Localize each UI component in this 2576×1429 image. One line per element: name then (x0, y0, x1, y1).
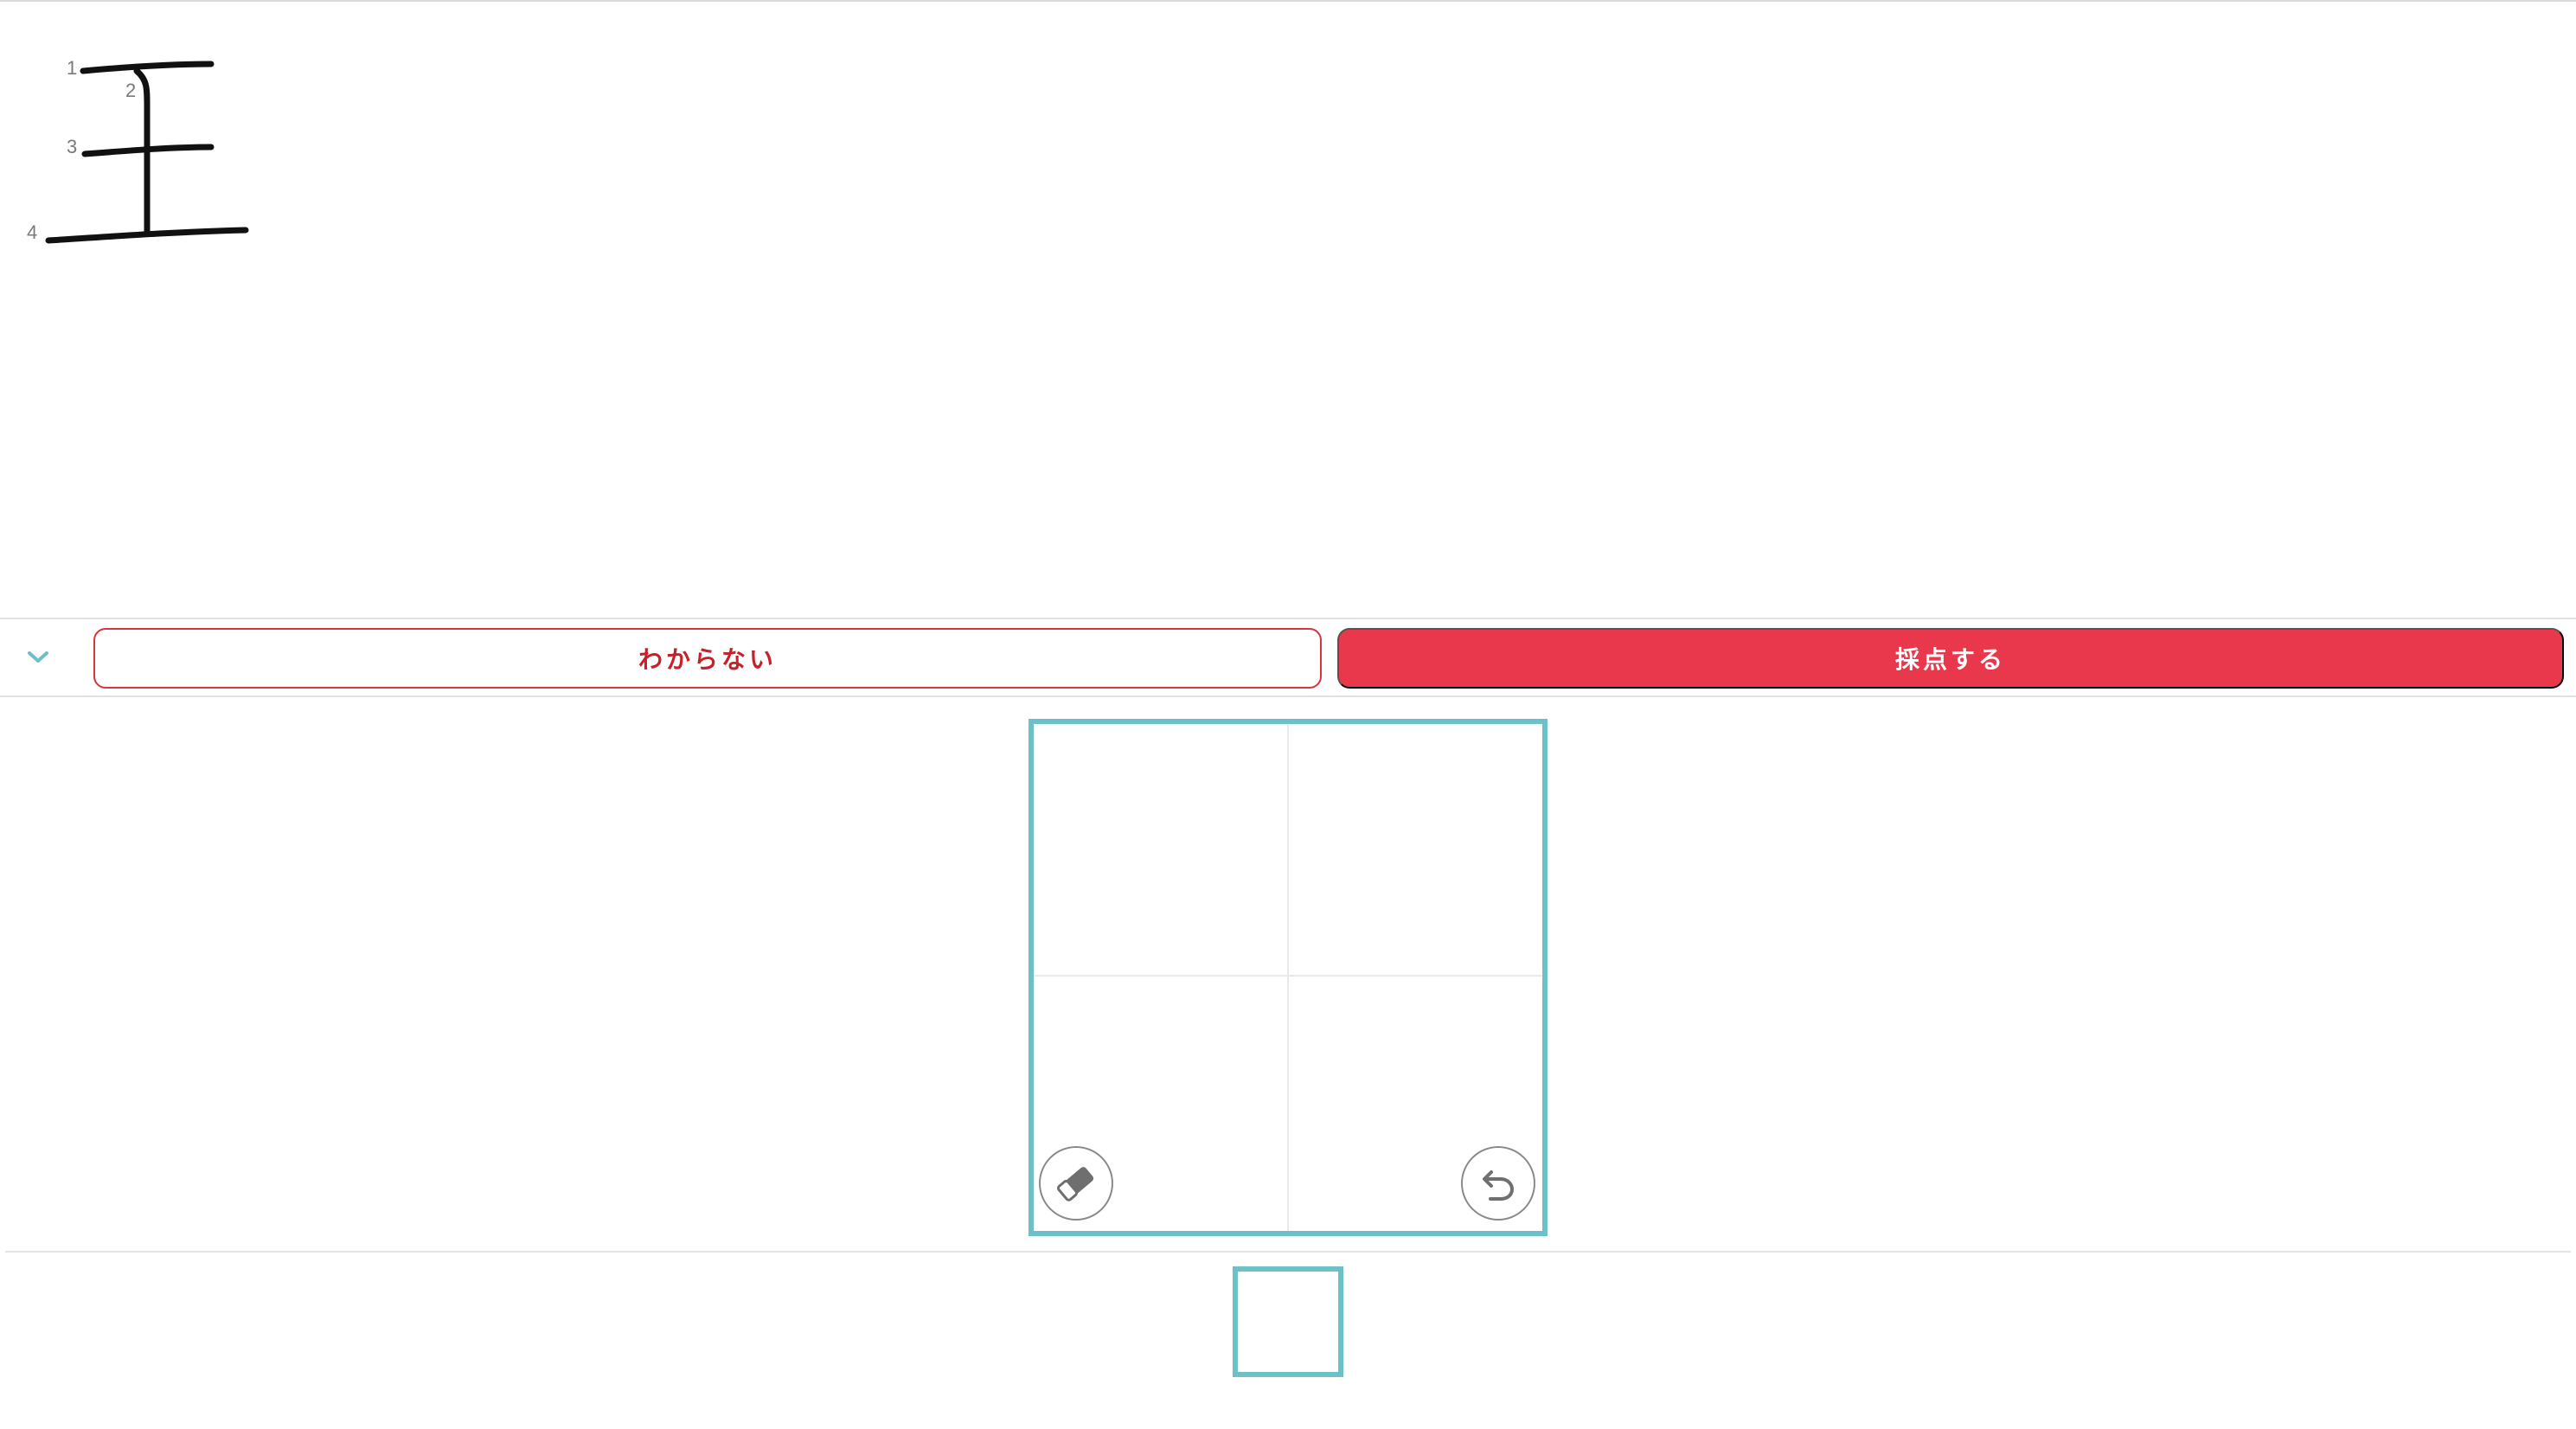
answer-slot[interactable] (1233, 1266, 1343, 1377)
stroke-1 (80, 61, 215, 74)
stroke-order-diagram (45, 61, 249, 244)
grade-button[interactable]: 採点する (1337, 628, 2564, 689)
eraser-icon (1056, 1167, 1094, 1202)
stroke-number-3: 3 (67, 136, 78, 157)
action-bar: わからない 採点する (0, 618, 2576, 697)
stroke-4 (45, 227, 249, 244)
vertical-guide-line (1287, 724, 1289, 1231)
dont-know-button[interactable]: わからない (93, 628, 1322, 689)
horizontal-guide-line (1034, 975, 1542, 977)
chevron-down-icon (28, 651, 48, 663)
stroke-order-panel: 1 2 3 4 (0, 2, 2576, 619)
stroke-number-2: 2 (125, 80, 137, 101)
undo-button[interactable] (1461, 1146, 1535, 1221)
stroke-number-1: 1 (67, 57, 78, 79)
lower-divider (5, 1251, 2571, 1253)
collapse-button[interactable] (16, 638, 61, 676)
eraser-button[interactable] (1039, 1146, 1113, 1221)
handwriting-canvas[interactable] (1028, 719, 1548, 1236)
undo-icon (1483, 1170, 1515, 1201)
stroke-number-4: 4 (27, 221, 38, 243)
